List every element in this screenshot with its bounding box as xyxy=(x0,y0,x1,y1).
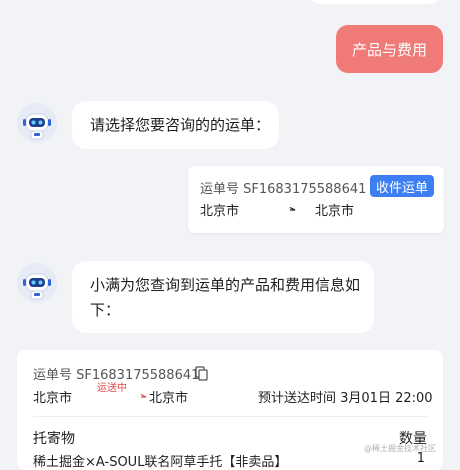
origin-city: 北京市 xyxy=(33,391,73,406)
route-arrow-icon xyxy=(246,207,296,211)
previous-message-bubble xyxy=(310,0,440,4)
robot-icon xyxy=(17,263,57,303)
bot-avatar xyxy=(17,263,57,303)
route-arrow-icon xyxy=(79,394,147,398)
status-label: 运送中 xyxy=(97,383,127,394)
origin-city: 北京市 xyxy=(200,204,240,219)
user-message-bubble: 产品与费用 xyxy=(336,25,443,73)
waybill-number: 运单号 SF1683175588641 xyxy=(200,182,367,197)
bot-message-line: 小满为您查询到运单的产品和费用信息如 xyxy=(90,276,361,294)
receive-waybill-button[interactable]: 收件运单 xyxy=(370,175,434,197)
bot-message-line: 下： xyxy=(90,301,121,319)
divider xyxy=(33,416,427,417)
bot-avatar xyxy=(17,103,57,143)
waybill-select-card[interactable]: 运单号 SF1683175588641 收件运单 北京市 北京市 xyxy=(188,166,444,233)
robot-icon xyxy=(17,103,57,143)
watermark: @稀土掘金技术社区 xyxy=(364,444,436,453)
column-header-item: 托寄物 xyxy=(33,431,75,447)
estimated-delivery: 预计送达时间 3月01日 22:00 xyxy=(258,391,433,406)
copy-icon[interactable] xyxy=(195,366,208,381)
user-message-text: 产品与费用 xyxy=(351,40,427,59)
destination-city: 北京市 xyxy=(149,391,189,406)
bot-message-bubble: 小满为您查询到运单的产品和费用信息如 下： xyxy=(72,261,374,333)
bot-message-bubble: 请选择您要咨询的的运单： xyxy=(72,101,279,149)
bot-message-text: 请选择您要咨询的的运单： xyxy=(90,116,271,134)
item-name: 稀土掘金×A-SOUL联名阿草手托【非卖品】 xyxy=(33,455,288,470)
destination-city: 北京市 xyxy=(315,204,355,219)
